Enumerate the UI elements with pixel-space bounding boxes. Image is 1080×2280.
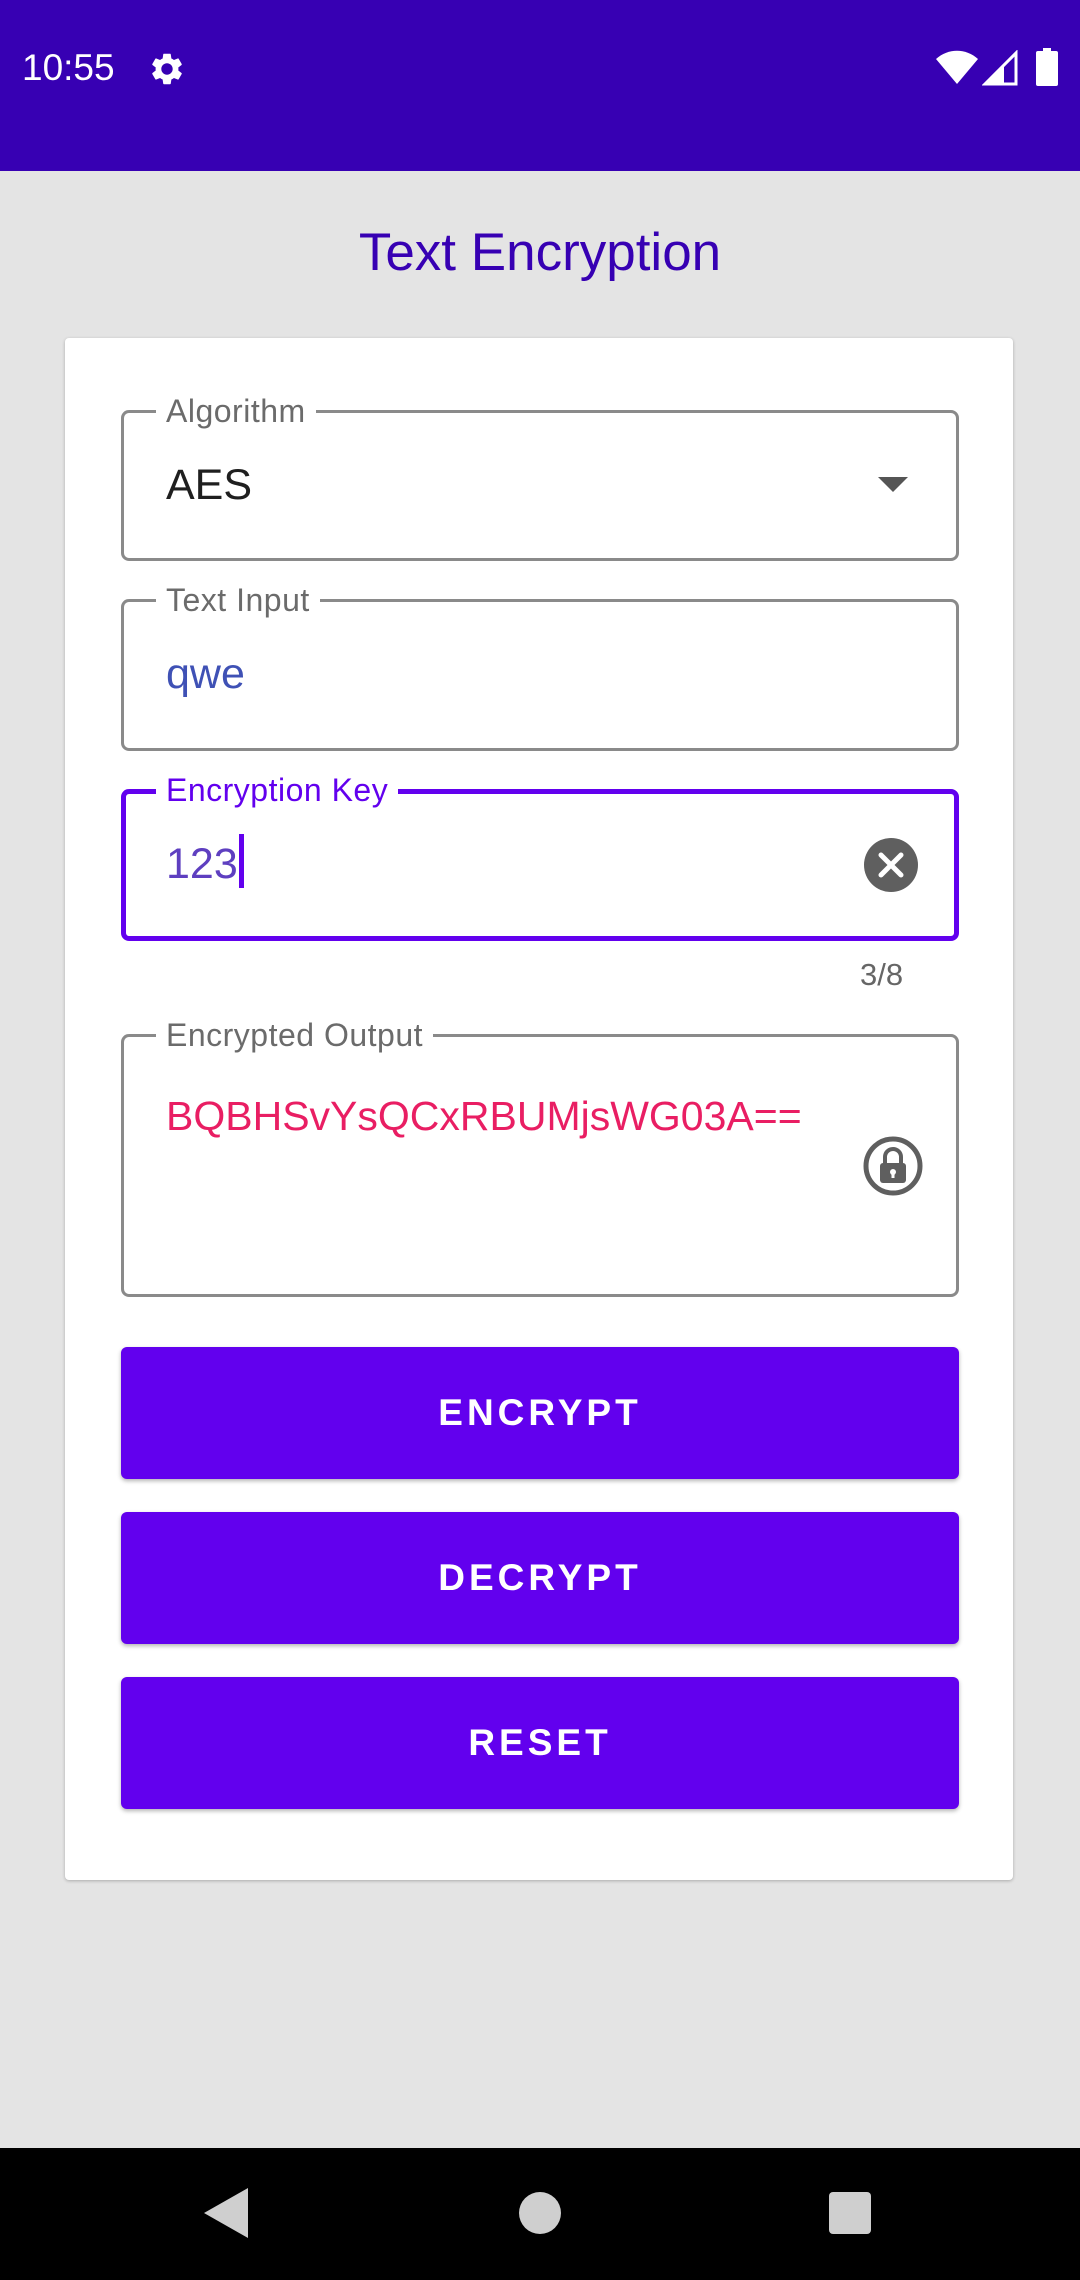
algorithm-label: Algorithm (156, 391, 316, 431)
recents-icon[interactable] (829, 2192, 871, 2234)
encrypted-output-field[interactable]: Encrypted Output BQBHSvYsQCxRBUMjsWG03A=… (121, 1015, 959, 1297)
status-time: 10:55 (22, 47, 115, 88)
decrypt-button[interactable]: DECRYPT (121, 1512, 959, 1644)
encryption-key-value: 123 (166, 840, 238, 888)
encryption-key-field[interactable]: Encryption Key 123 (121, 770, 959, 941)
encrypted-output-label: Encrypted Output (156, 1015, 434, 1055)
algorithm-dropdown[interactable]: Algorithm AES (121, 391, 959, 561)
text-input-label: Text Input (156, 580, 320, 620)
lock-icon[interactable] (862, 1135, 924, 1197)
encryption-key-input[interactable]: 123 (166, 834, 244, 892)
character-counter: 3/8 (860, 957, 904, 992)
encryption-key-label: Encryption Key (156, 770, 399, 810)
home-icon[interactable] (519, 2192, 561, 2234)
wifi-icon (936, 50, 978, 84)
text-cursor (238, 834, 244, 888)
clear-icon[interactable] (862, 836, 920, 894)
algorithm-value: AES (166, 461, 253, 509)
status-bar: 10:55 (0, 0, 1080, 171)
encrypt-button[interactable]: ENCRYPT (121, 1347, 959, 1479)
battery-icon (1036, 48, 1058, 86)
page-title: Text Encryption (358, 223, 722, 282)
text-input-value[interactable]: qwe (166, 646, 245, 702)
dropdown-arrow-icon[interactable] (878, 477, 908, 492)
navigation-bar (0, 2148, 1080, 2280)
signal-icon (982, 50, 1018, 86)
text-input-field[interactable]: Text Input qwe (121, 580, 959, 751)
back-icon[interactable] (204, 2188, 248, 2238)
gear-icon (152, 53, 182, 85)
reset-button[interactable]: RESET (121, 1677, 959, 1809)
encrypted-output-value[interactable]: BQBHSvYsQCxRBUMjsWG03A== (166, 1087, 826, 1145)
